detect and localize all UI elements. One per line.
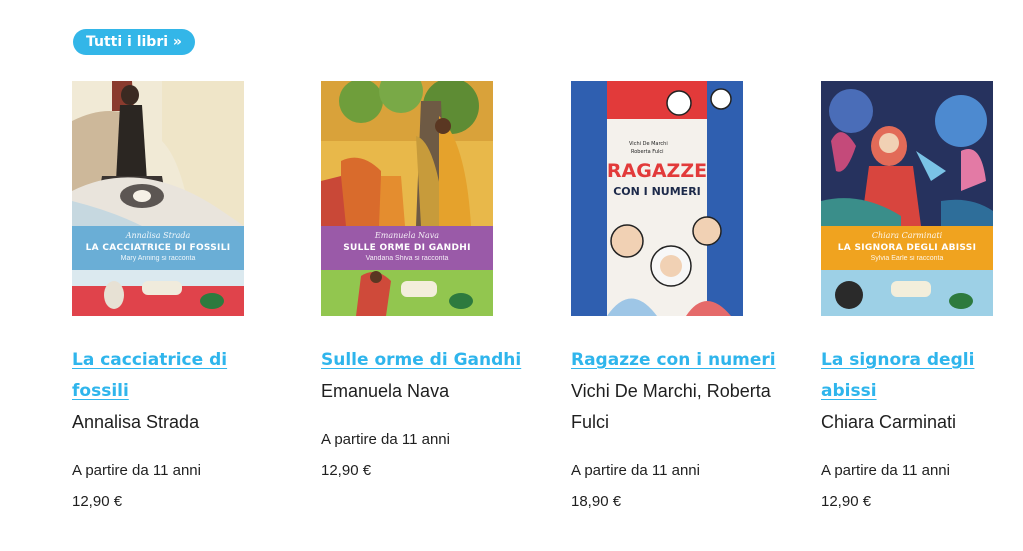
cover-subtitle: Vandana Shiva si racconta	[365, 255, 449, 262]
book-card: Vichi De Marchi Roberta Fulci RAGAZZE CO…	[571, 81, 781, 517]
cover-band: Chiara Carminati La signora degli abissi…	[821, 226, 993, 270]
cover-illustration	[72, 81, 244, 316]
book-author: Chiara Carminati	[821, 412, 957, 432]
cover-title: La signora degli abissi	[837, 243, 977, 253]
book-card: Emanuela Nava Sulle orme di Gandhi Vanda…	[321, 81, 531, 486]
cover-title: La cacciatrice di fossili	[85, 243, 231, 253]
cover-authors-art: Vichi De Marchi	[629, 141, 668, 147]
book-age: A partire da 11 anni	[321, 431, 450, 448]
book-cover[interactable]: Chiara Carminati La signora degli abissi…	[821, 81, 993, 316]
book-price: 12,90 €	[821, 493, 872, 510]
cover-subtitle: Mary Anning si racconta	[120, 255, 196, 262]
cover-big-title-2: CON I NUMERI	[613, 185, 701, 198]
book-age: A partire da 11 anni	[571, 462, 700, 479]
cover-big-title: RAGAZZE	[607, 160, 707, 182]
book-author: Emanuela Nava	[321, 381, 450, 401]
book-title-link[interactable]: La cacciatrice di fossili	[72, 345, 282, 407]
book-author: Annalisa Strada	[72, 412, 200, 432]
book-card: Chiara Carminati La signora degli abissi…	[821, 81, 1023, 517]
cover-author: Emanuela Nava	[374, 231, 440, 240]
cover-authors-art-2: Roberta Fulci	[631, 149, 664, 155]
book-price: 12,90 €	[72, 493, 123, 510]
cover-title: Sulle orme di Gandhi	[343, 243, 471, 253]
book-author: Vichi De Marchi, Roberta Fulci	[571, 381, 771, 432]
cover-author: Annalisa Strada	[125, 231, 191, 240]
cover-illustration	[821, 81, 993, 316]
book-title-link[interactable]: Sulle orme di Gandhi	[321, 345, 531, 376]
book-cover[interactable]: Vichi De Marchi Roberta Fulci RAGAZZE CO…	[571, 81, 743, 316]
book-price: 12,90 €	[321, 462, 372, 479]
cover-band: Emanuela Nava Sulle orme di Gandhi Vanda…	[321, 226, 493, 270]
all-books-button[interactable]: Tutti i libri »	[73, 29, 195, 55]
book-title-link[interactable]: La signora degli abissi	[821, 345, 1023, 407]
book-price: 18,90 €	[571, 493, 622, 510]
cover-illustration	[321, 81, 493, 316]
cover-illustration: Vichi De Marchi Roberta Fulci RAGAZZE CO…	[571, 81, 743, 316]
book-card: Annalisa Strada La cacciatrice di fossil…	[72, 81, 282, 517]
book-cover[interactable]: Emanuela Nava Sulle orme di Gandhi Vanda…	[321, 81, 493, 316]
book-title-link[interactable]: Ragazze con i numeri	[571, 345, 781, 376]
cover-author: Chiara Carminati	[871, 231, 943, 240]
book-age: A partire da 11 anni	[72, 462, 201, 479]
cover-subtitle: Sylvia Earle si racconta	[870, 255, 944, 262]
book-age: A partire da 11 anni	[821, 462, 950, 479]
cover-band: Annalisa Strada La cacciatrice di fossil…	[72, 226, 244, 270]
book-cover[interactable]: Annalisa Strada La cacciatrice di fossil…	[72, 81, 244, 316]
